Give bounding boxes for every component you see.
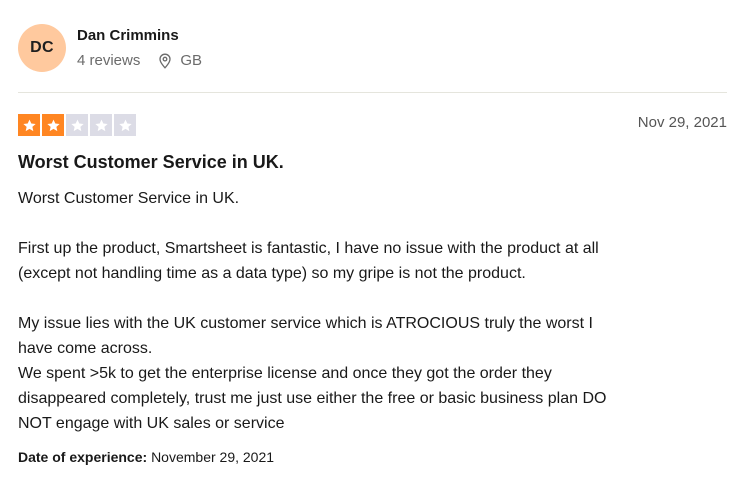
reviewer-meta: 4 reviews GB [77,52,202,69]
divider [18,92,727,93]
star-icon [42,114,64,136]
review-text-line: First up the product, Smartsheet is fant… [18,240,599,257]
review-text-line: My issue lies with the UK customer servi… [18,315,593,332]
avatar[interactable]: DC [18,24,66,72]
star-icon [90,114,112,136]
date-of-experience: Date of experience: November 29, 2021 [18,449,274,465]
review-paragraph: First up the product, Smartsheet is fant… [18,236,730,286]
review-text-line: have come across. [18,340,153,357]
review-text-line: disappeared completely, trust me just us… [18,390,607,407]
star-rating [18,114,136,136]
location-pin-icon [158,53,172,69]
reviewer-name[interactable]: Dan Crimmins [77,27,179,44]
review-paragraph: Worst Customer Service in UK. [18,186,730,211]
star-icon [66,114,88,136]
review-date: Nov 29, 2021 [637,114,727,131]
reviewer-country: GB [180,52,203,69]
review-count: 4 reviews [77,52,141,69]
review-text-line: (except not handling time as a data type… [18,265,526,282]
review-text-line: NOT engage with UK sales or service [18,415,285,432]
review-body: Worst Customer Service in UK. First up th… [18,186,730,436]
star-icon [114,114,136,136]
star-icon [18,114,40,136]
review-card: DC Dan Crimmins 4 reviews GB Nov 29, 202… [0,0,750,484]
review-title[interactable]: Worst Customer Service in UK. [18,152,284,173]
review-paragraph: My issue lies with the UK customer servi… [18,311,730,436]
experience-label: Date of experience: [18,449,148,465]
review-text-line: Worst Customer Service in UK. [18,190,240,207]
experience-date: November 29, 2021 [151,449,275,465]
review-text-line: We spent >5k to get the enterprise licen… [18,365,552,382]
